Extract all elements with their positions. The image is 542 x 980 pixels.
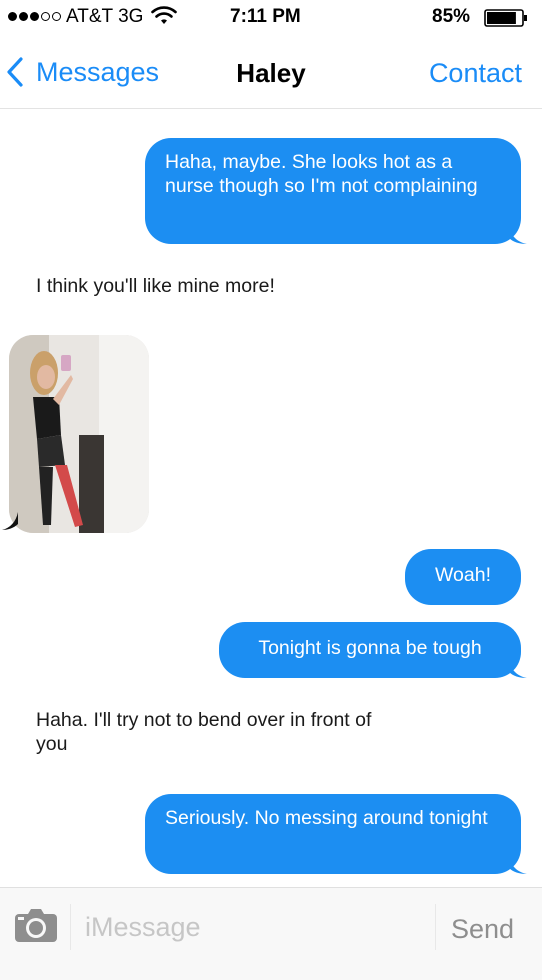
send-button[interactable]: Send [451,914,514,945]
sent-message-bubble[interactable]: Haha, maybe. She looks hot as a nurse th… [145,138,521,244]
message-input[interactable]: iMessage [70,904,436,950]
message-input-bar: iMessage Send [0,887,542,980]
photo-attachment[interactable] [9,335,149,533]
navigation-bar: Messages Haley Contact [0,36,542,109]
wifi-icon [151,6,177,24]
bubble-tail [509,856,527,874]
signal-strength-icon [8,12,61,21]
bubble-tail [509,226,527,244]
received-message-bubble[interactable]: Haha. I'll try not to bend over in front… [20,702,400,762]
sent-message-bubble[interactable]: Seriously. No messing around tonight [145,794,521,874]
sent-message-bubble[interactable]: Tonight is gonna be tough [219,622,521,678]
camera-icon[interactable] [14,908,58,944]
status-bar: AT&T 3G 7:11 PM 85% [0,0,542,36]
sent-message-bubble[interactable]: Woah! [405,549,521,605]
battery-percentage: 85% [432,6,471,27]
bubble-tail [2,512,18,530]
bubble-tail [509,660,527,678]
selfie-photo [9,335,149,533]
received-message-bubble[interactable]: I think you'll like mine more! [20,268,400,304]
contact-button[interactable]: Contact [429,58,522,89]
status-time: 7:11 PM [230,6,301,27]
battery-icon [484,9,527,27]
carrier-label: AT&T 3G [66,6,144,27]
